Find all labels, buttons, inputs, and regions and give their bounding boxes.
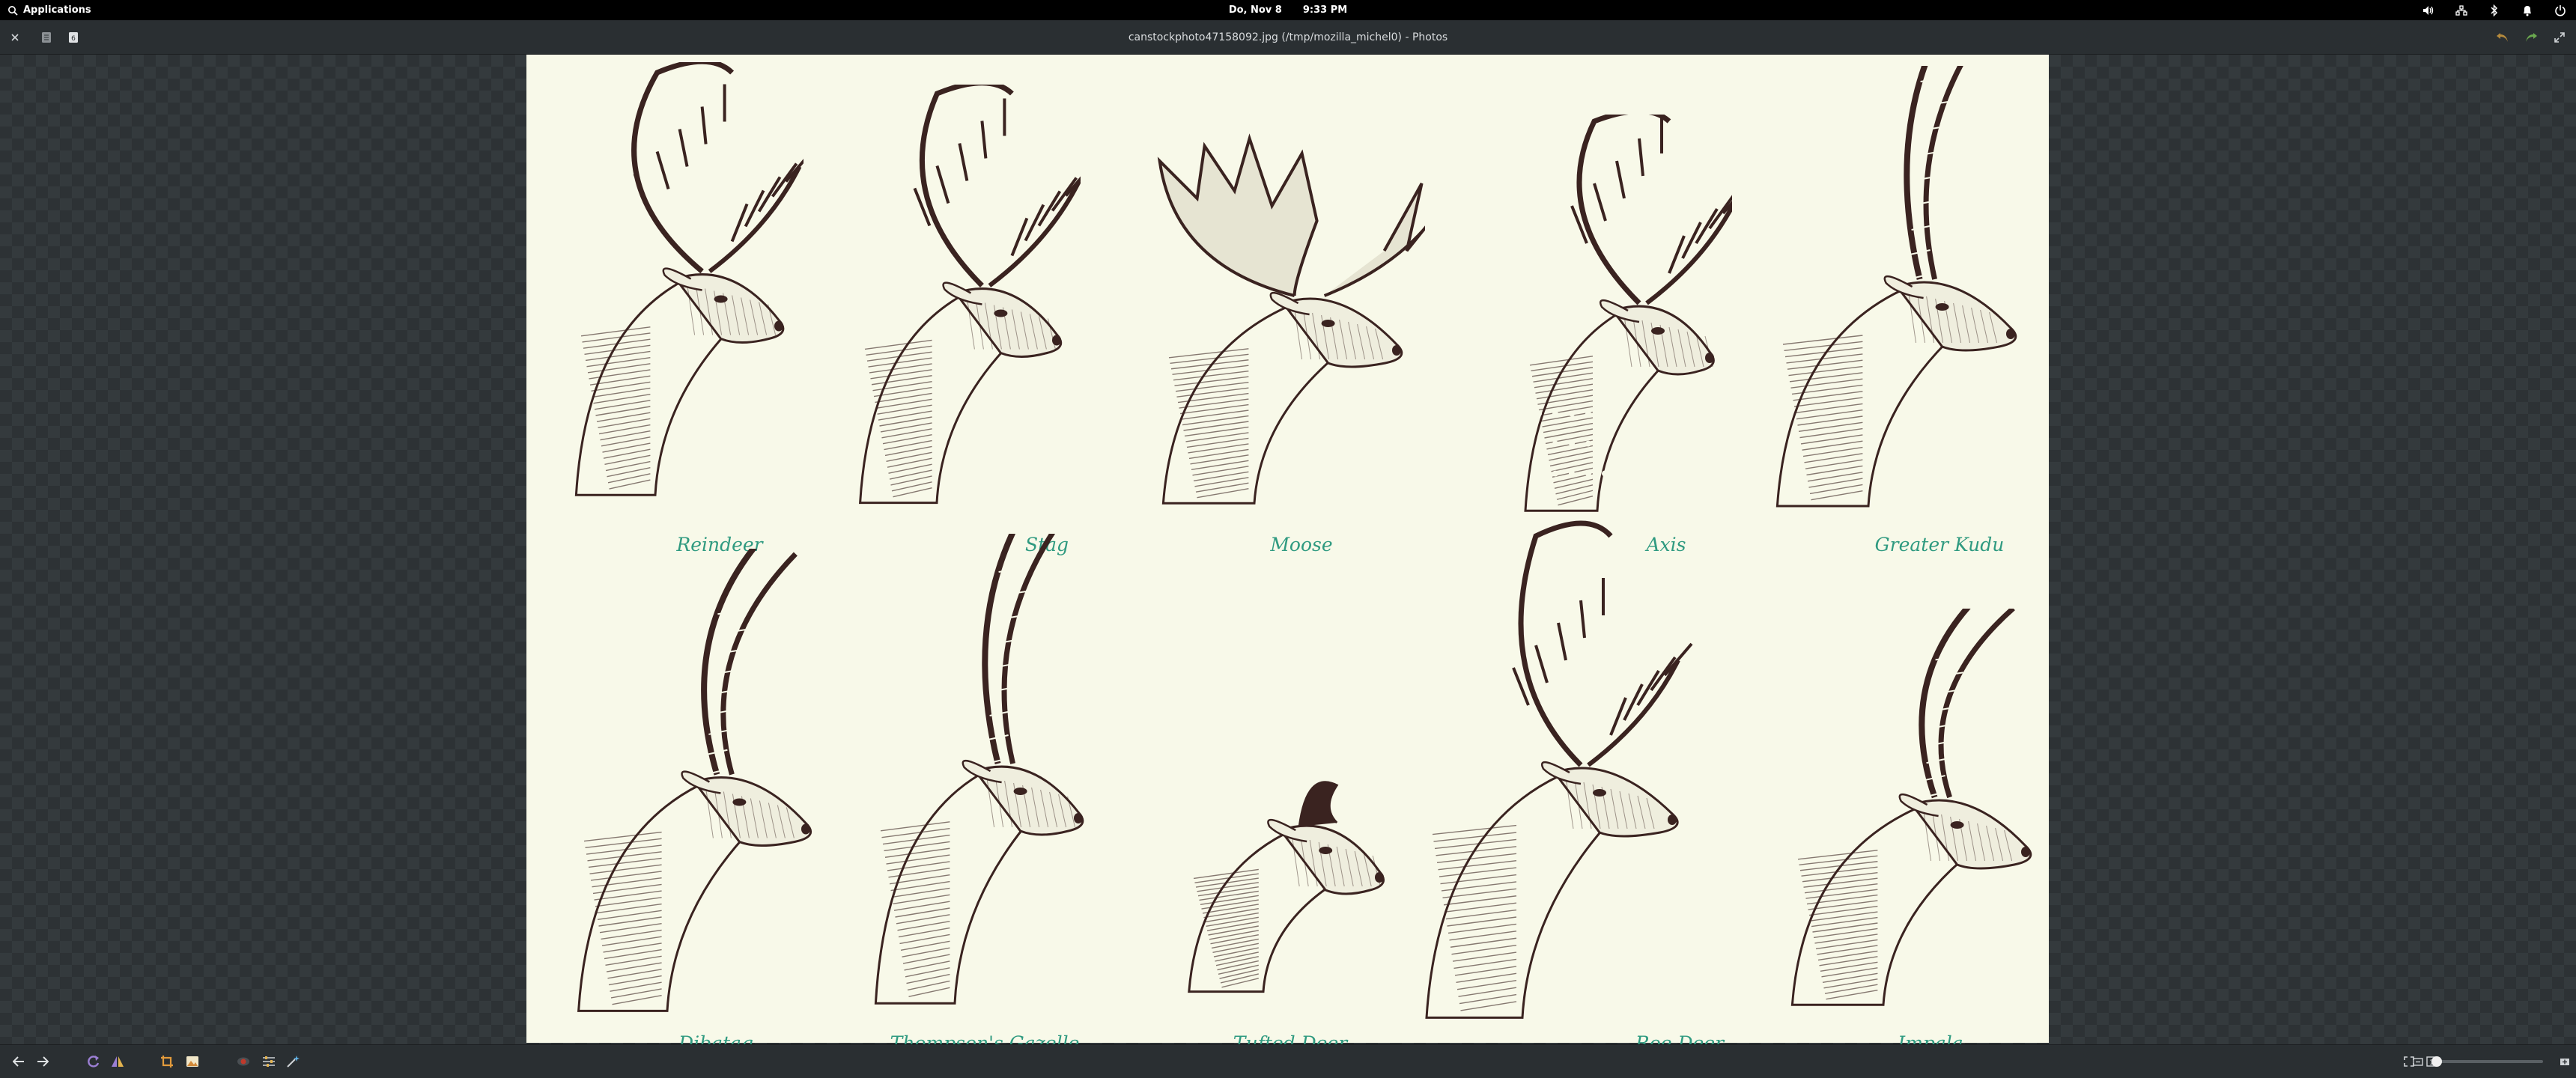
window-title: canstockphoto47158092.jpg (/tmp/mozilla_… bbox=[1128, 31, 1448, 43]
previous-icon[interactable] bbox=[9, 1052, 28, 1071]
animal-illustration bbox=[1140, 107, 1425, 511]
close-icon[interactable] bbox=[6, 28, 24, 46]
network-icon[interactable] bbox=[2453, 2, 2470, 19]
crop-icon[interactable] bbox=[157, 1052, 177, 1071]
zoom-out-icon[interactable] bbox=[2411, 1052, 2425, 1071]
zoom-track[interactable] bbox=[2431, 1060, 2543, 1063]
view-info-icon[interactable] bbox=[37, 28, 55, 46]
zoom-knob[interactable] bbox=[2431, 1056, 2442, 1067]
applications-menu[interactable]: Applications bbox=[7, 0, 91, 20]
next-icon[interactable] bbox=[33, 1052, 52, 1071]
photo: Reindeer Stag Moose Axis Greater Kudu Dibatag… bbox=[526, 55, 2049, 1054]
animal-illustration bbox=[556, 549, 833, 1020]
enhance-icon[interactable] bbox=[283, 1052, 303, 1071]
svg-text:6: 6 bbox=[71, 35, 76, 43]
animal-illustration bbox=[556, 62, 804, 504]
red-eye-icon[interactable] bbox=[234, 1052, 253, 1071]
power-icon[interactable] bbox=[2552, 2, 2569, 19]
header-bar: 6 canstockphoto47158092.jpg (/tmp/mozill… bbox=[0, 20, 2576, 55]
animal-illustration bbox=[1403, 519, 1702, 1028]
animal-illustration bbox=[856, 534, 1103, 1013]
image-viewer[interactable]: Reindeer Stag Moose Axis Greater Kudu Dibatag… bbox=[0, 55, 2576, 1054]
view-badge-icon[interactable]: 6 bbox=[64, 28, 82, 46]
zoom-slider[interactable] bbox=[2413, 1053, 2569, 1070]
redo-icon[interactable] bbox=[2522, 28, 2540, 46]
flip-icon[interactable] bbox=[108, 1052, 127, 1071]
date-label[interactable]: Do, Nov 8 bbox=[1229, 4, 1282, 16]
zoom-in-icon[interactable] bbox=[2558, 1052, 2572, 1071]
adjust-icon[interactable] bbox=[259, 1052, 279, 1071]
fullscreen-icon[interactable] bbox=[2551, 28, 2569, 46]
image-icon[interactable] bbox=[183, 1052, 202, 1071]
animal-illustration bbox=[1507, 115, 1732, 519]
system-panel: Applications Do, Nov 8 9:33 PM bbox=[0, 0, 2576, 20]
time-label[interactable]: 9:33 PM bbox=[1303, 4, 1347, 16]
animal-label: Moose bbox=[1270, 534, 1333, 555]
bluetooth-icon[interactable] bbox=[2486, 2, 2503, 19]
animal-illustration bbox=[841, 85, 1081, 511]
search-icon bbox=[8, 5, 18, 16]
bottom-toolbar: 1 bbox=[0, 1044, 2576, 1078]
notifications-icon[interactable] bbox=[2519, 2, 2536, 19]
animal-illustration bbox=[1770, 609, 2054, 1013]
applications-label: Applications bbox=[23, 4, 91, 16]
date-time[interactable]: Do, Nov 8 9:33 PM bbox=[0, 0, 2576, 20]
volume-icon[interactable] bbox=[2420, 2, 2437, 19]
animal-illustration bbox=[1755, 66, 2039, 515]
animal-illustration bbox=[1170, 683, 1403, 998]
rotate-icon[interactable] bbox=[84, 1052, 103, 1071]
animal-label: Greater Kudu bbox=[1874, 534, 2005, 555]
undo-icon[interactable] bbox=[2494, 28, 2512, 46]
